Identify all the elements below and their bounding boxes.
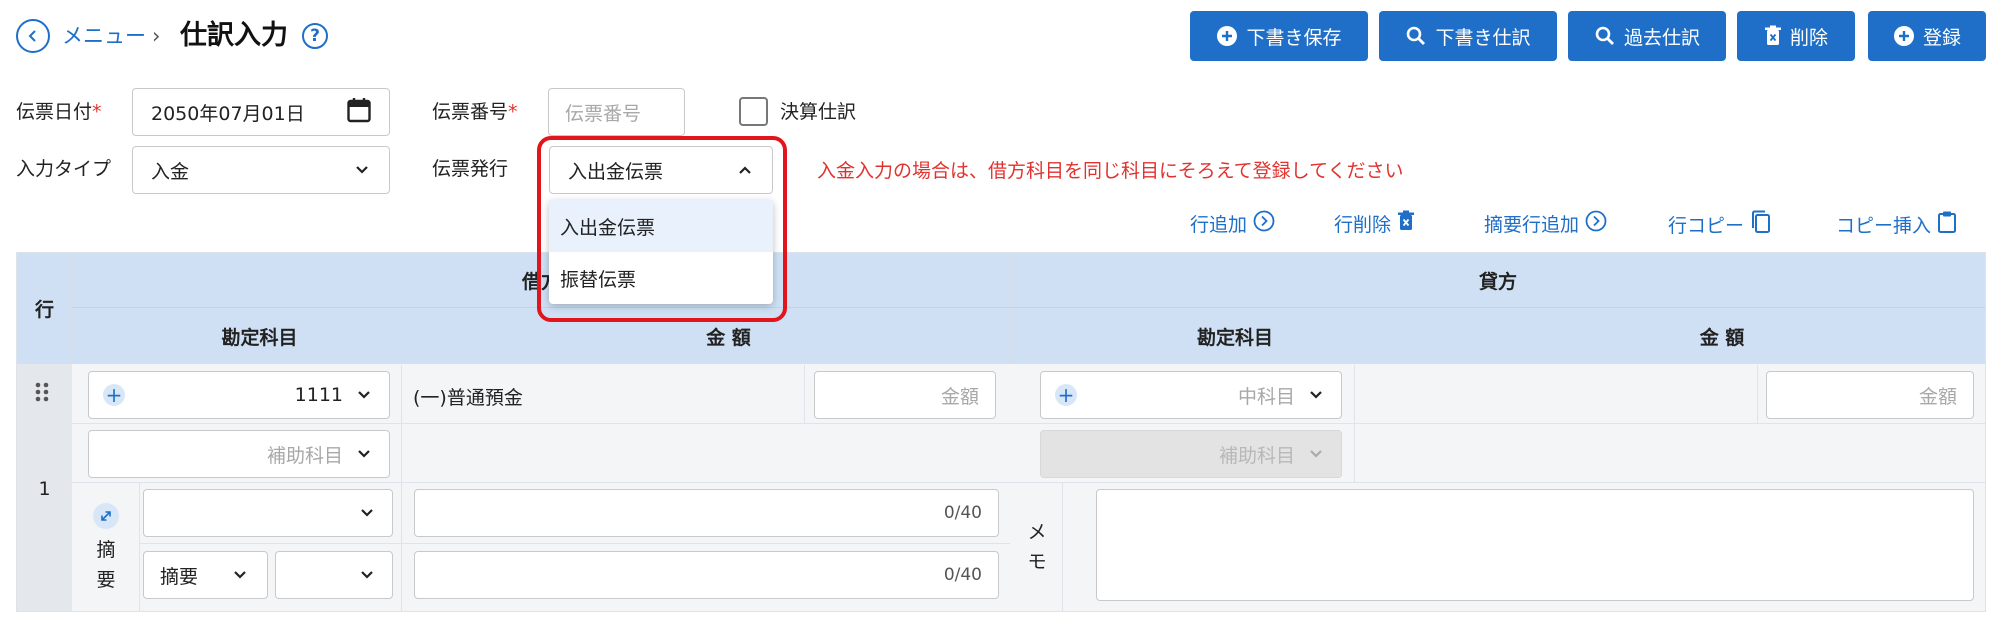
- trash-icon: [1764, 25, 1782, 47]
- debit-account-header: 勘定科目: [221, 326, 298, 349]
- closing-entry-checkbox[interactable]: [739, 97, 768, 126]
- credit-amount-header: 金 額: [1699, 326, 1745, 349]
- memo-textarea[interactable]: [1096, 489, 1974, 601]
- summary-type-select[interactable]: 摘要: [143, 551, 268, 599]
- add-row-link[interactable]: 行追加: [1190, 210, 1275, 240]
- trash-icon: [1397, 210, 1415, 240]
- delete-row-label: 行削除: [1334, 214, 1392, 236]
- draft-entries-label: 下書き仕訳: [1435, 26, 1531, 49]
- copy-row-label: 行コピー: [1668, 215, 1745, 237]
- plus-icon[interactable]: +: [103, 384, 125, 406]
- chevron-down-icon: [357, 390, 371, 400]
- slip-issue-label: 伝票発行: [432, 158, 509, 180]
- summary-text-input-1[interactable]: 0/40: [414, 489, 999, 537]
- mid-account-placeholder: 中科目: [1237, 385, 1295, 408]
- delete-button[interactable]: 削除: [1737, 11, 1855, 61]
- calendar-icon[interactable]: [347, 97, 371, 128]
- input-type-select[interactable]: 入金: [132, 146, 390, 194]
- debit-account-code: 1111: [294, 384, 343, 406]
- copy-row-link[interactable]: 行コピー: [1668, 210, 1772, 242]
- chevron-down-icon: [1309, 390, 1323, 400]
- memo-vertical-label: メ モ: [1027, 521, 1047, 573]
- summary-text-input-2[interactable]: 0/40: [414, 551, 999, 599]
- highlight-annotation: [537, 136, 787, 322]
- credit-header: 貸方: [1478, 270, 1517, 293]
- add-summary-row-label: 摘要行追加: [1484, 214, 1580, 236]
- credit-account-header: 勘定科目: [1196, 326, 1273, 349]
- draft-save-button[interactable]: 下書き保存: [1190, 11, 1368, 61]
- past-entries-button[interactable]: 過去仕訳: [1568, 11, 1726, 61]
- chevron-down-icon: [360, 508, 374, 518]
- draft-save-label: 下書き保存: [1246, 26, 1342, 49]
- chevron-down-icon: [355, 165, 369, 175]
- row-number: 1: [38, 478, 51, 500]
- drag-handle-icon[interactable]: [34, 381, 50, 407]
- summary-vertical-label: 摘 要: [96, 539, 116, 591]
- closing-entry-label: 決算仕訳: [780, 101, 857, 123]
- slip-date-value: 2050年07月01日: [151, 102, 305, 125]
- add-row-label: 行追加: [1190, 214, 1248, 236]
- credit-amount-input[interactable]: 金額: [1766, 371, 1974, 419]
- delete-row-link[interactable]: 行削除: [1334, 210, 1415, 240]
- input-type-label: 入力タイプ: [16, 158, 112, 180]
- slip-number-placeholder: 伝票番号: [565, 102, 642, 125]
- back-button[interactable]: [16, 19, 50, 53]
- row-header: 行: [34, 299, 54, 321]
- chevron-down-icon: [1309, 449, 1323, 459]
- credit-account-select[interactable]: + 中科目: [1040, 371, 1342, 419]
- register-label: 登録: [1922, 26, 1961, 49]
- credit-sub-account-select: 補助科目: [1040, 430, 1342, 478]
- breadcrumb-menu[interactable]: メニュー: [62, 20, 146, 52]
- summary-code-select[interactable]: [143, 489, 393, 537]
- chevron-right-circle-icon: [1253, 210, 1275, 240]
- warning-message: 入金入力の場合は、借方科目を同じ科目にそろえて登録してください: [817, 160, 1404, 182]
- summary-sub-select[interactable]: [275, 551, 393, 599]
- plus-icon[interactable]: +: [1055, 384, 1077, 406]
- copy-insert-label: コピー挿入: [1836, 215, 1932, 237]
- register-button[interactable]: 登録: [1868, 11, 1986, 61]
- slip-date-label: 伝票日付*: [16, 101, 102, 123]
- plus-circle-icon: [1216, 25, 1238, 47]
- chevron-right-circle-icon: [1585, 210, 1607, 240]
- copy-icon: [1750, 210, 1772, 242]
- search-icon: [1405, 25, 1427, 47]
- debit-sub-account-select[interactable]: 補助科目: [88, 430, 390, 478]
- slip-number-input[interactable]: 伝票番号: [548, 88, 685, 136]
- chevron-down-icon: [360, 570, 374, 580]
- journal-table: 行 借方 貸方 勘定科目 金 額 勘定科目 金 額 1 + 1111 (一)普通…: [16, 252, 1986, 612]
- plus-circle-icon: [1893, 25, 1915, 47]
- input-type-value: 入金: [151, 160, 190, 183]
- breadcrumb-separator: ›: [152, 24, 161, 48]
- search-icon: [1594, 25, 1616, 47]
- help-icon[interactable]: ?: [302, 23, 328, 49]
- copy-insert-link[interactable]: コピー挿入: [1836, 210, 1957, 242]
- debit-amount-input[interactable]: 金額: [814, 371, 996, 419]
- clipboard-icon: [1937, 210, 1957, 242]
- char-counter: 0/40: [943, 565, 982, 585]
- chevron-down-icon: [357, 449, 371, 459]
- slip-date-field[interactable]: 2050年07月01日: [132, 88, 390, 136]
- debit-account-select[interactable]: + 1111: [88, 371, 390, 419]
- delete-label: 削除: [1789, 26, 1828, 49]
- expand-icon[interactable]: [93, 503, 119, 529]
- char-counter: 0/40: [943, 503, 982, 523]
- slip-number-label: 伝票番号*: [432, 101, 518, 123]
- draft-entries-button[interactable]: 下書き仕訳: [1379, 11, 1557, 61]
- chevron-left-icon: [28, 30, 36, 42]
- add-summary-row-link[interactable]: 摘要行追加: [1484, 210, 1607, 240]
- page-title: 仕訳入力: [180, 20, 288, 51]
- chevron-down-icon: [233, 570, 247, 580]
- debit-account-name: (一)普通預金: [413, 387, 523, 409]
- past-entries-label: 過去仕訳: [1623, 26, 1700, 49]
